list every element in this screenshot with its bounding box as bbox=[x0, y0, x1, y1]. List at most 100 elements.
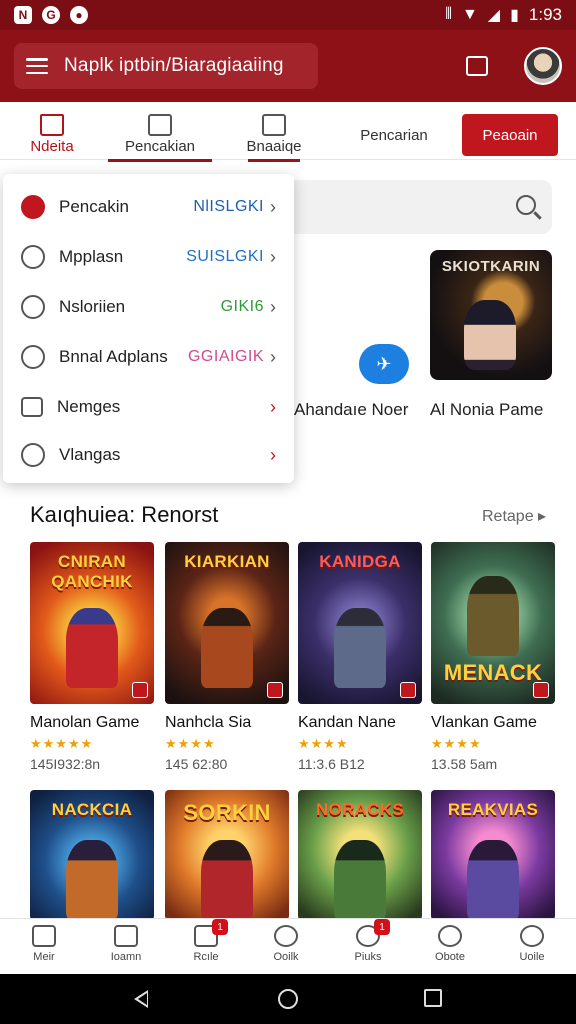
game-cover-title: KIARKIAN bbox=[184, 552, 270, 571]
tab-label: Bnaaiqe bbox=[246, 137, 302, 155]
tab-bnaaiqe[interactable]: Bnaaiqe bbox=[242, 108, 306, 162]
nav-item-ooilk[interactable]: Ooilk bbox=[254, 925, 318, 963]
chevron-right-icon: › bbox=[270, 246, 276, 267]
tab-pencarian[interactable]: Pencarian bbox=[354, 114, 434, 156]
game-card[interactable]: KIARKIAN Nanhcla Sia ★★★★ 145 62:80 bbox=[165, 542, 289, 772]
game-cover-title: CNIRAN QANCHIK bbox=[51, 552, 133, 591]
game-card[interactable]: NORACKS bbox=[298, 790, 422, 920]
game-card[interactable]: SORKIN bbox=[165, 790, 289, 920]
menu-icon[interactable] bbox=[26, 58, 48, 74]
nav-item-rcile[interactable]: 1 Rcıle bbox=[174, 919, 238, 963]
game-character bbox=[467, 840, 519, 920]
see-more-link[interactable]: Retape ▸ bbox=[482, 506, 546, 526]
game-card[interactable]: NACKCIA bbox=[30, 790, 154, 920]
alert-icon bbox=[21, 345, 45, 369]
featured-thumbnail[interactable]: SKIOTKARIN bbox=[430, 250, 552, 380]
nav-item-piuks[interactable]: 1 Piuks bbox=[336, 919, 400, 963]
game-cover-title: NORACKS bbox=[315, 800, 405, 819]
media-badge-icon bbox=[132, 682, 148, 698]
nav-label: Uoile bbox=[519, 951, 545, 963]
menu-item-label: Nsloriien bbox=[59, 297, 126, 316]
home-icon bbox=[32, 925, 56, 947]
rating-stars: ★★★★ bbox=[431, 736, 482, 751]
home-icon bbox=[40, 113, 64, 136]
notification-icon: N bbox=[14, 6, 32, 24]
game-meta: 145 62:80 bbox=[165, 756, 228, 772]
featured-label[interactable]: Ahandaıe Noer bbox=[294, 400, 408, 420]
avatar[interactable] bbox=[524, 47, 562, 85]
home-button-icon[interactable] bbox=[278, 989, 298, 1009]
primary-action-button[interactable]: Peaoain bbox=[462, 114, 558, 156]
menu-item-label: Vlangas bbox=[59, 445, 121, 464]
media-badge-icon bbox=[267, 682, 283, 698]
menu-item-label: Bnnal Adplans bbox=[59, 347, 168, 366]
tab-pencakian[interactable]: Pencakian bbox=[108, 108, 212, 162]
menu-item-value: SUISLGKI bbox=[186, 248, 264, 265]
notification-badge: 1 bbox=[212, 919, 228, 935]
game-character bbox=[201, 840, 253, 920]
tab-label: Pencakian bbox=[124, 137, 196, 155]
plane-action-button[interactable]: ✈ bbox=[359, 344, 409, 384]
game-character bbox=[334, 840, 386, 920]
media-badge-icon bbox=[533, 682, 549, 698]
game-character bbox=[66, 608, 118, 688]
chevron-right-icon: › bbox=[270, 296, 276, 317]
tab-label: Ndeita bbox=[30, 137, 74, 155]
tab-label: Pencarian bbox=[360, 126, 428, 144]
menu-item-bnnal-adplans[interactable]: Bnnal Adplans GGIAIGIK › bbox=[3, 332, 294, 382]
menu-item-nsloriien[interactable]: Nsloriien GIKI6 › bbox=[3, 282, 294, 332]
menu-item-vlangas[interactable]: Vlangas › bbox=[3, 430, 294, 480]
menu-item-nemges[interactable]: Nemges › bbox=[3, 382, 294, 432]
game-card[interactable]: CNIRAN QANCHIK Manolan Game ★★★★★ 145I93… bbox=[30, 542, 154, 772]
circle-icon bbox=[21, 443, 45, 467]
menu-item-value: GIKI6 bbox=[220, 298, 264, 315]
game-card[interactable]: MENACK Vlankan Game ★★★★ 13.58 5am bbox=[431, 542, 555, 772]
game-character bbox=[66, 840, 118, 920]
window-icon[interactable] bbox=[466, 56, 488, 76]
nav-item-home[interactable]: Meir bbox=[12, 925, 76, 963]
menu-item-mpplasn[interactable]: Mpplasn SUISLGKI › bbox=[3, 232, 294, 282]
menu-item-pencakin[interactable]: Pencakin NlISLGKI › bbox=[3, 182, 294, 232]
game-cover-title: KANIDGA bbox=[319, 552, 401, 571]
featured-label[interactable]: Al Nonia Pame bbox=[430, 400, 543, 420]
nav-label: Piuks bbox=[354, 951, 382, 963]
chat-icon: 1 bbox=[194, 919, 228, 947]
menu-item-label: Nemges bbox=[57, 397, 121, 416]
cart-icon bbox=[262, 113, 286, 136]
nav-item-ioamn[interactable]: Ioamn bbox=[94, 925, 158, 963]
menu-item-value: NlISLGKI bbox=[193, 198, 264, 215]
sync-icon: G bbox=[42, 6, 60, 24]
mail-icon bbox=[114, 925, 138, 947]
search-input[interactable] bbox=[270, 180, 552, 234]
game-name: Vlankan Game bbox=[431, 714, 537, 731]
plane-icon: ✈ bbox=[376, 353, 392, 374]
nav-item-uoile[interactable]: Uoile bbox=[500, 925, 564, 963]
clock: 1:93 bbox=[528, 5, 562, 24]
record-icon: ● bbox=[70, 6, 88, 24]
game-name: Manolan Game bbox=[30, 714, 140, 731]
game-cover-title: REAKVIAS bbox=[447, 800, 539, 819]
app-header: Naplk iptbin/Biaragiaaiing bbox=[0, 30, 576, 102]
tab-home[interactable]: Ndeita bbox=[20, 108, 84, 160]
game-character bbox=[467, 576, 519, 656]
game-cover: KIARKIAN bbox=[165, 542, 289, 704]
game-cover-title: SORKIN bbox=[183, 800, 271, 825]
game-card[interactable]: REAKVIAS bbox=[431, 790, 555, 920]
search-pill[interactable]: Naplk iptbin/Biaragiaaiing bbox=[14, 43, 318, 89]
nav-label: Ooilk bbox=[273, 951, 299, 963]
game-character bbox=[334, 608, 386, 688]
recents-icon[interactable] bbox=[424, 989, 442, 1007]
dropdown-menu: Pencakin NlISLGKI › Mpplasn SUISLGKI › N… bbox=[3, 174, 294, 483]
game-cover-title: NACKCIA bbox=[51, 800, 133, 819]
chevron-right-icon: › bbox=[270, 196, 276, 217]
status-bar: N G ● ⫴ ▼ ◢ ▮ 1:93 bbox=[0, 0, 576, 30]
rating-stars: ★★★★★ bbox=[30, 736, 94, 751]
rating-stars: ★★★★ bbox=[298, 736, 349, 751]
game-card[interactable]: KANIDGA Kandan Nane ★★★★ 11:3.6 B12 bbox=[298, 542, 422, 772]
circle-icon bbox=[21, 295, 45, 319]
back-icon[interactable] bbox=[134, 990, 148, 1008]
nav-item-obote[interactable]: Obote bbox=[418, 925, 482, 963]
section-title: Kaıqhuiea: Renorst bbox=[30, 502, 219, 527]
search-icon[interactable] bbox=[516, 195, 536, 215]
chevron-right-icon: › bbox=[270, 346, 276, 367]
